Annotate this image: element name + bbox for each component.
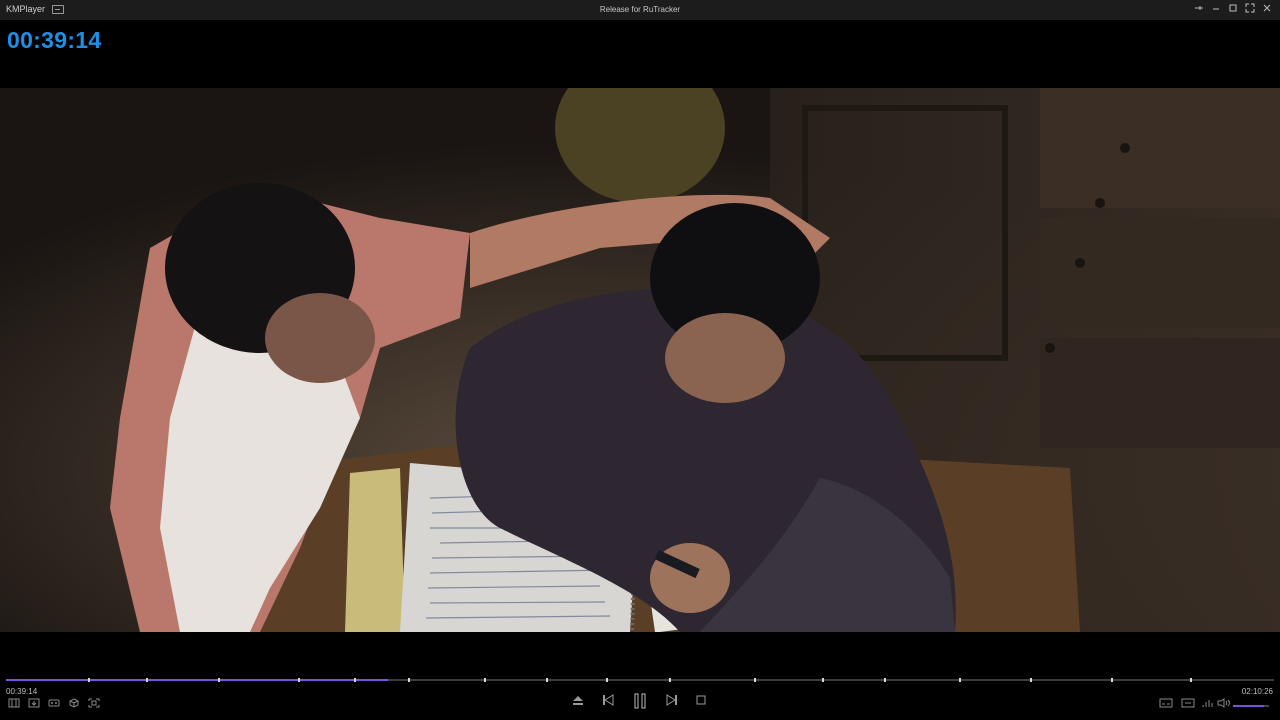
volume-icon[interactable] — [1216, 698, 1232, 712]
pause-icon[interactable] — [630, 693, 650, 713]
fullscreen-icon[interactable] — [1243, 3, 1257, 17]
minimize-icon[interactable] — [1209, 3, 1223, 17]
title-bar: KMPlayer Release for RuTracker — [0, 0, 1280, 20]
seek-progress — [6, 679, 388, 681]
previous-icon[interactable] — [598, 693, 618, 713]
chapter-marker[interactable] — [546, 678, 548, 682]
close-icon[interactable] — [1260, 3, 1274, 17]
chapter-marker[interactable] — [1190, 678, 1192, 682]
vr-icon[interactable] — [46, 698, 62, 712]
chapter-marker[interactable] — [354, 678, 356, 682]
playlist-icon[interactable] — [6, 698, 22, 712]
subtitle-icon[interactable] — [1158, 698, 1174, 712]
volume-slider[interactable] — [1233, 705, 1269, 707]
chapter-marker[interactable] — [484, 678, 486, 682]
chapter-marker[interactable] — [146, 678, 148, 682]
volume-level — [1233, 705, 1264, 707]
open-file-icon[interactable] — [26, 698, 42, 712]
chapter-marker[interactable] — [1030, 678, 1032, 682]
osd-time-display: 00:39:14 — [7, 27, 102, 53]
eject-icon[interactable] — [568, 693, 588, 713]
chapter-marker[interactable] — [298, 678, 300, 682]
equalizer-icon[interactable] — [1200, 698, 1216, 712]
capture-icon[interactable] — [86, 698, 102, 712]
chapter-marker[interactable] — [669, 678, 671, 682]
video-scene — [0, 88, 1280, 632]
stop-icon[interactable] — [691, 693, 711, 713]
chapter-marker[interactable] — [822, 678, 824, 682]
3d-cube-icon[interactable] — [66, 698, 82, 712]
audio-track-icon[interactable] — [1180, 698, 1196, 712]
current-time: 00:39:14 — [6, 687, 38, 696]
pin-icon[interactable] — [1192, 3, 1206, 17]
chapter-marker[interactable] — [884, 678, 886, 682]
chapter-marker[interactable] — [1111, 678, 1113, 682]
chapter-marker[interactable] — [959, 678, 961, 682]
control-bar: 00:39:14 02:10:26 — [0, 670, 1280, 720]
chapter-marker[interactable] — [754, 678, 756, 682]
seek-bar[interactable] — [6, 678, 1274, 682]
maximize-icon[interactable] — [1226, 3, 1240, 17]
window-title: Release for RuTracker — [599, 5, 681, 14]
total-time[interactable]: 02:10:26 — [1242, 687, 1273, 696]
next-icon[interactable] — [662, 693, 682, 713]
chapter-marker[interactable] — [606, 678, 608, 682]
chapter-marker[interactable] — [88, 678, 90, 682]
video-frame[interactable] — [0, 88, 1280, 632]
chapter-marker[interactable] — [408, 678, 410, 682]
chapter-marker[interactable] — [218, 678, 220, 682]
